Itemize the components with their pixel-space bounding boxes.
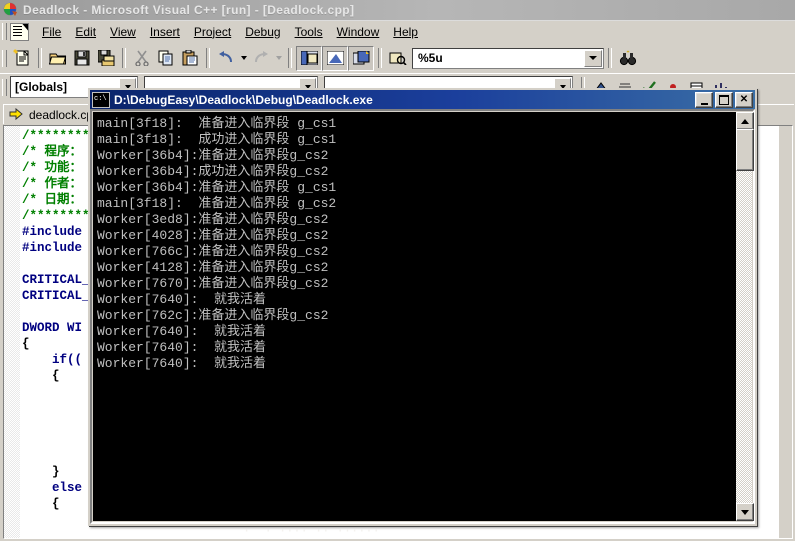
output-window-icon[interactable] bbox=[322, 45, 348, 71]
console-line: Worker[3ed8]:准备进入临界段g_cs2 bbox=[97, 212, 329, 227]
menu-item-insert[interactable]: Insert bbox=[143, 23, 187, 41]
console-line: Worker[36b4]:准备进入临界段 g_cs1 bbox=[97, 180, 337, 195]
toolbar-separator bbox=[288, 48, 292, 68]
find-dropdown-chevron-down-icon[interactable] bbox=[584, 49, 602, 67]
menu-item-help[interactable]: Help bbox=[386, 23, 425, 41]
console-titlebar[interactable]: D:\DebugEasy\Deadlock\Debug\Deadlock.exe… bbox=[90, 90, 755, 109]
console-vertical-scrollbar[interactable] bbox=[736, 112, 754, 521]
menu-item-debug-label: Debug bbox=[245, 24, 281, 39]
console-line: main[3f18]: 准备进入临界段 g_cs2 bbox=[97, 196, 337, 211]
find-input[interactable] bbox=[416, 50, 585, 66]
console-line: main[3f18]: 成功进入临界段 g_cs1 bbox=[97, 132, 337, 147]
console-line: Worker[4128]:准备进入临界段g_cs2 bbox=[97, 260, 329, 275]
menu-item-help-label: Help bbox=[393, 24, 418, 39]
close-button[interactable]: ✕ bbox=[735, 91, 753, 108]
console-client-area: main[3f18]: 准备进入临界段 g_cs1 main[3f18]: 成功进… bbox=[90, 109, 755, 524]
console-line: Worker[7640]: 就我活着 bbox=[97, 292, 267, 307]
console-line: Worker[7640]: 就我活着 bbox=[97, 356, 267, 371]
scroll-thumb[interactable] bbox=[736, 129, 754, 171]
find-in-files-icon[interactable] bbox=[386, 47, 410, 70]
console-title-text: D:\DebugEasy\Deadlock\Debug\Deadlock.exe bbox=[114, 92, 373, 107]
menu-item-file[interactable]: File bbox=[35, 23, 68, 41]
cmd-console-icon bbox=[92, 91, 110, 108]
current-statement-arrow-icon bbox=[9, 107, 23, 121]
paste-icon[interactable] bbox=[178, 47, 202, 70]
toolbar-separator bbox=[608, 48, 612, 68]
menu-item-edit[interactable]: Edit bbox=[68, 23, 103, 41]
console-line: Worker[36b4]:准备进入临界段g_cs2 bbox=[97, 148, 329, 163]
console-window-buttons: ✕ bbox=[693, 91, 753, 108]
console-line: Worker[4028]:准备进入临界段g_cs2 bbox=[97, 228, 329, 243]
maximize-button[interactable] bbox=[715, 91, 733, 108]
console-line: Worker[7640]: 就我活着 bbox=[97, 340, 267, 355]
binoculars-icon[interactable] bbox=[616, 47, 640, 70]
copy-icon[interactable] bbox=[154, 47, 178, 70]
menu-item-view[interactable]: View bbox=[103, 23, 143, 41]
main-window-title: Deadlock - Microsoft Visual C++ [run] - … bbox=[23, 3, 355, 17]
workspace-window-icon[interactable] bbox=[296, 45, 322, 71]
menu-item-view-label: View bbox=[110, 24, 136, 39]
console-line: Worker[36b4]:成功进入临界段g_cs2 bbox=[97, 164, 329, 179]
menu-item-tools-label: Tools bbox=[294, 24, 323, 39]
menu-item-edit-label: Edit bbox=[75, 24, 97, 39]
undo-dropdown-chevron-down-icon[interactable] bbox=[238, 47, 249, 70]
globals-combo-value: [Globals] bbox=[15, 80, 68, 94]
cut-scissors-icon[interactable] bbox=[130, 47, 154, 70]
standard-toolbar bbox=[0, 43, 795, 74]
menu-bar: File Edit View Insert Project Debug Tool… bbox=[0, 21, 795, 43]
console-screen[interactable]: main[3f18]: 准备进入临界段 g_cs1 main[3f18]: 成功进… bbox=[93, 112, 736, 521]
toolbar-separator bbox=[38, 48, 42, 68]
minimize-button[interactable] bbox=[695, 91, 713, 108]
menu-item-file-label: File bbox=[42, 24, 62, 39]
menu-item-window[interactable]: Window bbox=[330, 23, 387, 41]
editor-vertical-scrollbar[interactable] bbox=[779, 126, 792, 538]
find-combo-box[interactable] bbox=[412, 47, 604, 69]
save-icon[interactable] bbox=[70, 47, 94, 70]
editor-faint-text: · · ···· ·· ······ bbox=[243, 524, 380, 538]
editor-selection-margin[interactable] bbox=[4, 126, 20, 538]
scroll-up-arrow-icon[interactable] bbox=[736, 112, 754, 130]
close-icon: ✕ bbox=[739, 93, 749, 105]
console-line: Worker[7670]:准备进入临界段g_cs2 bbox=[97, 276, 329, 291]
redo-dropdown-chevron-down-icon[interactable] bbox=[273, 47, 284, 70]
toolbar-separator bbox=[122, 48, 126, 68]
undo-icon[interactable] bbox=[214, 47, 238, 70]
vc6-application-window: Deadlock - Microsoft Visual C++ [run] - … bbox=[0, 0, 795, 541]
wizardbar-grip[interactable] bbox=[2, 78, 7, 96]
console-line: Worker[7640]: 就我活着 bbox=[97, 324, 267, 339]
menu-item-insert-label: Insert bbox=[149, 24, 180, 39]
new-text-file-icon[interactable] bbox=[10, 47, 34, 70]
vc-logo-icon bbox=[3, 2, 19, 18]
scroll-down-arrow-icon[interactable] bbox=[736, 503, 754, 521]
console-line: Worker[766c]:准备进入临界段g_cs2 bbox=[97, 244, 329, 259]
toolbar-separator bbox=[206, 48, 210, 68]
console-line: Worker[762c]:准备进入临界段g_cs2 bbox=[97, 308, 329, 323]
console-window[interactable]: D:\DebugEasy\Deadlock\Debug\Deadlock.exe… bbox=[88, 88, 757, 526]
menubar-grip[interactable] bbox=[2, 23, 7, 40]
open-folder-icon[interactable] bbox=[46, 47, 70, 70]
toolbar-separator bbox=[378, 48, 382, 68]
menu-item-tools[interactable]: Tools bbox=[288, 23, 330, 41]
menu-item-project[interactable]: Project bbox=[187, 23, 238, 41]
console-line: main[3f18]: 准备进入临界段 g_cs1 bbox=[97, 116, 337, 131]
redo-icon[interactable] bbox=[249, 47, 273, 70]
toolbar-grip[interactable] bbox=[2, 49, 7, 67]
document-icon bbox=[10, 22, 29, 41]
save-all-icon[interactable] bbox=[94, 47, 118, 70]
main-window-titlebar: Deadlock - Microsoft Visual C++ [run] - … bbox=[0, 0, 795, 21]
menu-item-debug[interactable]: Debug bbox=[238, 23, 287, 41]
menu-item-window-label: Window bbox=[336, 24, 380, 39]
menu-item-project-label: Project bbox=[193, 24, 232, 39]
window-list-icon[interactable] bbox=[348, 45, 374, 71]
